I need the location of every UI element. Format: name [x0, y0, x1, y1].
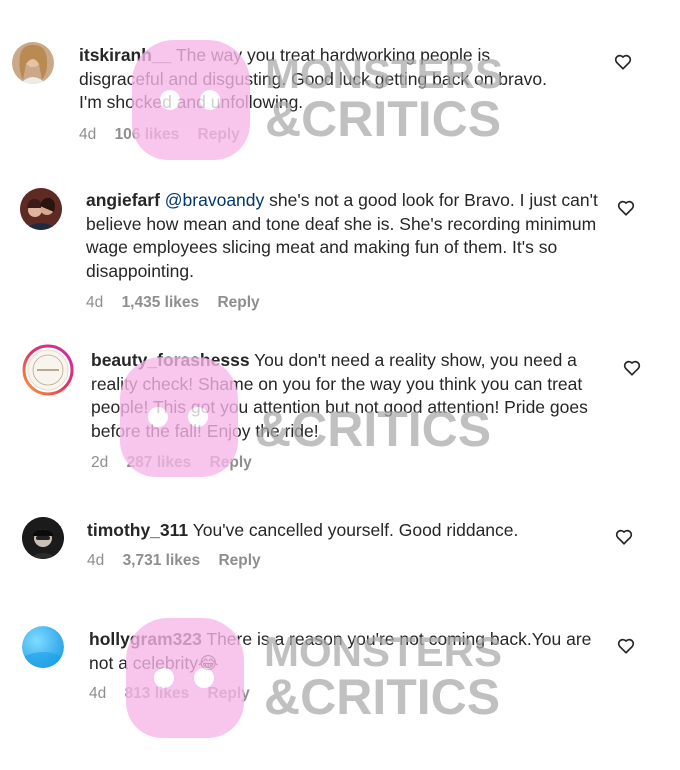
comment-meta: 2d 287 likes Reply — [91, 454, 266, 472]
comment-time: 2d — [91, 454, 109, 471]
comment-likes[interactable]: 3,731 likes — [123, 552, 201, 569]
comment-username[interactable]: beauty_forashesss — [91, 350, 250, 370]
avatar[interactable] — [20, 188, 62, 230]
comment-body: You've cancelled yourself. Good riddance… — [192, 520, 519, 540]
comment-username[interactable]: itskiranh__ — [79, 45, 171, 65]
comment-likes[interactable]: 287 likes — [127, 454, 192, 471]
comment-likes[interactable]: 1,435 likes — [122, 294, 200, 311]
heart-outline-icon[interactable] — [617, 637, 635, 655]
comment-meta: 4d 1,435 likes Reply — [86, 294, 274, 312]
avatar[interactable] — [12, 42, 54, 84]
comment-mention[interactable]: @bravoandy — [165, 190, 265, 210]
comment-likes[interactable]: 813 likes — [125, 685, 190, 702]
heart-outline-icon[interactable] — [623, 359, 641, 377]
reply-button[interactable]: Reply — [210, 454, 252, 471]
comment-meta: 4d 813 likes Reply — [89, 685, 264, 703]
comment-time: 4d — [86, 294, 104, 311]
comment-meta: 4d 3,731 likes Reply — [87, 552, 275, 570]
comment-likes[interactable]: 106 likes — [115, 126, 180, 143]
avatar[interactable] — [22, 344, 74, 396]
comment-username[interactable]: hollygram323 — [89, 629, 202, 649]
reply-button[interactable]: Reply — [208, 685, 250, 702]
comment-time: 4d — [79, 126, 97, 143]
heart-outline-icon[interactable] — [614, 53, 632, 71]
watermark-line2: &CRITICS — [264, 669, 501, 725]
comment-text: timothy_311 You've cancelled yourself. G… — [87, 519, 607, 543]
heart-outline-icon[interactable] — [615, 528, 633, 546]
comment-username[interactable]: angiefarf — [86, 190, 160, 210]
comment-time: 4d — [89, 685, 107, 702]
reply-button[interactable]: Reply — [198, 126, 240, 143]
comment-text: itskiranh__ The way you treat hardworkin… — [79, 44, 549, 115]
reply-button[interactable]: Reply — [218, 552, 260, 569]
comment-meta: 4d 106 likes Reply — [79, 126, 254, 144]
avatar[interactable] — [22, 517, 64, 559]
reply-button[interactable]: Reply — [217, 294, 259, 311]
avatar[interactable] — [22, 626, 64, 668]
comment-text: beauty_forashesss You don't need a reali… — [91, 349, 611, 443]
comment-text: hollygram323 There is a reason you're no… — [89, 628, 609, 675]
heart-outline-icon[interactable] — [617, 199, 635, 217]
couple-photo-avatar-icon — [20, 188, 62, 230]
user-photo-avatar-icon — [12, 42, 54, 84]
comment-time: 4d — [87, 552, 105, 569]
story-ring-avatar-icon — [22, 344, 74, 396]
comment-username[interactable]: timothy_311 — [87, 520, 188, 540]
blue-circle-avatar-icon — [22, 626, 64, 668]
dark-photo-avatar-icon — [22, 517, 64, 559]
comment-text: angiefarf @bravoandy she's not a good lo… — [86, 189, 606, 283]
comment-body: she's not a good look for Bravo. I just … — [86, 190, 598, 281]
